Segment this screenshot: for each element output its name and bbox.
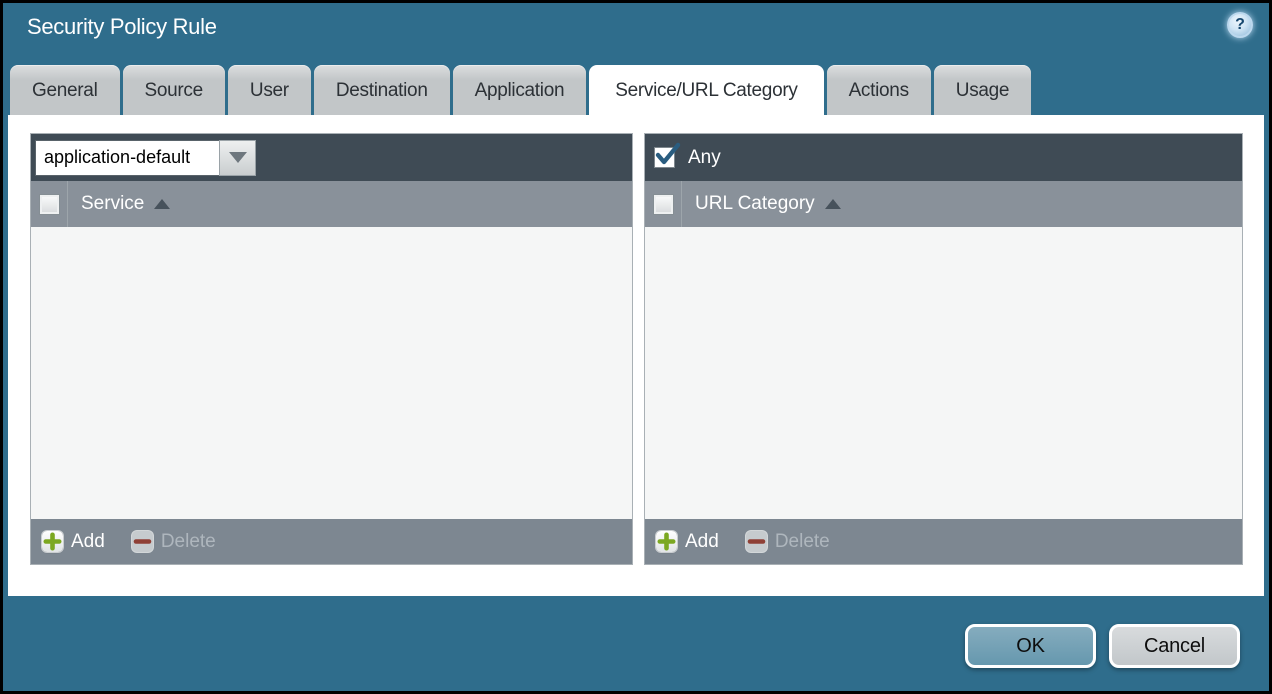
url-category-delete-button[interactable]: Delete <box>746 531 830 553</box>
service-delete-button[interactable]: Delete <box>132 531 216 553</box>
url-category-table-footer: Add Delete <box>645 519 1242 564</box>
any-label: Any <box>688 147 721 169</box>
service-table-body <box>31 227 632 519</box>
any-checkbox[interactable] <box>654 147 675 168</box>
dialog-button-row: OK Cancel <box>965 624 1240 668</box>
url-category-delete-label: Delete <box>775 531 830 553</box>
service-table-footer: Add Delete <box>31 519 632 564</box>
service-select-all-cell <box>31 181 68 227</box>
any-row: Any <box>654 147 721 169</box>
tab-application[interactable]: Application <box>453 65 587 115</box>
url-category-table-header: URL Category <box>645 181 1242 227</box>
url-category-table-body <box>645 227 1242 519</box>
help-glyph: ? <box>1235 16 1245 34</box>
delete-icon <box>746 531 767 552</box>
service-delete-label: Delete <box>161 531 216 553</box>
dialog-title: Security Policy Rule <box>27 14 217 40</box>
delete-icon <box>132 531 153 552</box>
ok-button[interactable]: OK <box>965 624 1096 668</box>
service-panel-toolbar <box>31 134 632 181</box>
add-icon <box>42 531 63 552</box>
tab-service-url-category[interactable]: Service/URL Category <box>589 65 823 115</box>
tab-actions[interactable]: Actions <box>827 65 931 115</box>
url-category-column-header: URL Category <box>695 193 815 215</box>
cancel-button[interactable]: Cancel <box>1109 624 1240 668</box>
tab-usage[interactable]: Usage <box>934 65 1031 115</box>
service-type-input[interactable] <box>35 140 219 176</box>
tab-bar: General Source User Destination Applicat… <box>10 65 1031 115</box>
url-category-add-button[interactable]: Add <box>656 531 719 553</box>
url-category-add-label: Add <box>685 531 719 553</box>
tab-general[interactable]: General <box>10 65 120 115</box>
sort-ascending-icon[interactable] <box>154 199 170 209</box>
tab-user[interactable]: User <box>228 65 311 115</box>
service-add-label: Add <box>71 531 105 553</box>
url-category-panel: Any URL Category Add Delete <box>644 133 1243 565</box>
url-category-panel-toolbar: Any <box>645 134 1242 181</box>
tab-source[interactable]: Source <box>123 65 225 115</box>
tab-destination[interactable]: Destination <box>314 65 450 115</box>
sort-ascending-icon[interactable] <box>825 199 841 209</box>
service-panel: Service Add Delete <box>30 133 633 565</box>
url-category-select-all-checkbox[interactable] <box>653 194 674 215</box>
service-select-all-checkbox[interactable] <box>39 194 60 215</box>
service-column-header: Service <box>81 193 144 215</box>
url-category-select-all-cell <box>645 181 682 227</box>
service-add-button[interactable]: Add <box>42 531 105 553</box>
check-icon <box>654 142 681 169</box>
add-icon <box>656 531 677 552</box>
help-icon[interactable]: ? <box>1227 12 1253 38</box>
service-type-combobox <box>35 140 256 176</box>
service-type-dropdown-button[interactable] <box>219 140 256 176</box>
dropdown-arrow-icon <box>229 152 247 163</box>
service-table-header: Service <box>31 181 632 227</box>
